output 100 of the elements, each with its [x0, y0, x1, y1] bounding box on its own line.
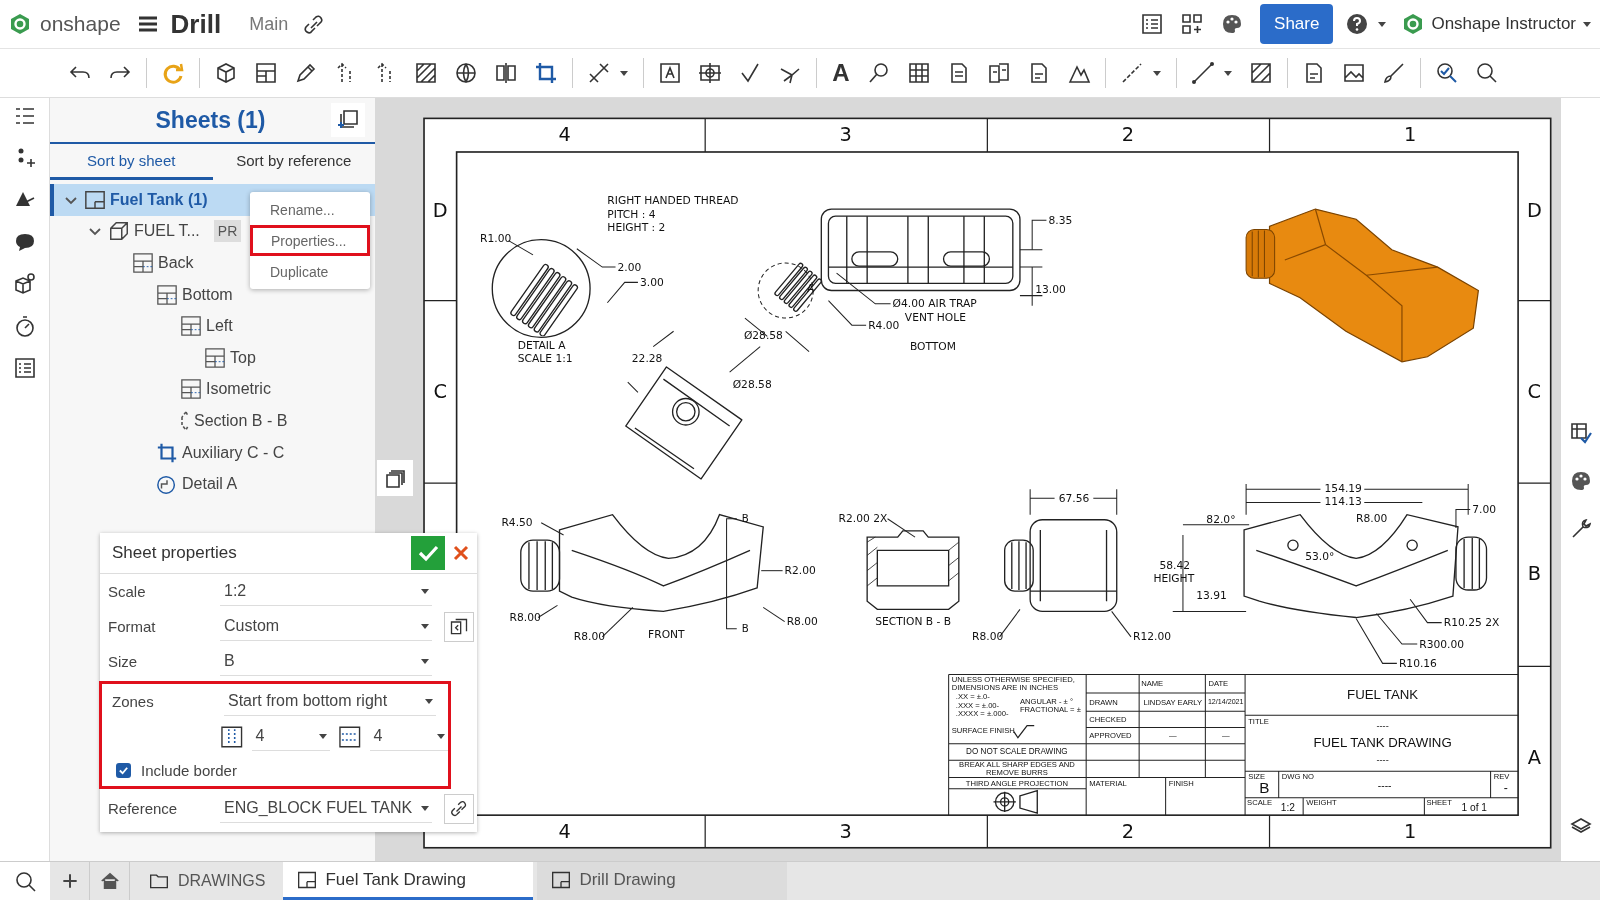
link-icon — [449, 798, 469, 819]
title-block-text: 1:2 — [1280, 801, 1295, 813]
document-tab[interactable]: Drill Drawing — [537, 862, 788, 900]
crop-icon[interactable] — [534, 61, 558, 85]
leader-line — [887, 518, 916, 538]
check-search-icon[interactable] — [1435, 61, 1459, 85]
leader-line — [606, 281, 639, 304]
checklist-icon[interactable] — [12, 356, 37, 380]
tree-item[interactable]: Top — [50, 341, 264, 374]
confirm-button[interactable] — [411, 536, 445, 570]
text-tool[interactable]: A — [823, 59, 859, 87]
brush-icon[interactable] — [1382, 61, 1406, 85]
view-label: FRONT — [648, 628, 685, 642]
view-icon — [180, 315, 202, 338]
tree-item[interactable]: Bottom — [50, 278, 241, 311]
caret-icon[interactable] — [619, 68, 629, 78]
boxed-letter-icon[interactable] — [658, 61, 682, 85]
title-block-text: B — [1259, 779, 1270, 797]
tree-item[interactable]: Isometric — [50, 373, 279, 406]
crosshair-icon[interactable] — [698, 61, 722, 85]
tree-item[interactable]: Left — [50, 310, 241, 342]
checkbox[interactable] — [116, 762, 131, 778]
dimension-text: Ø28.58 — [743, 328, 783, 342]
table-check-icon[interactable] — [1568, 421, 1593, 445]
help-icon[interactable] — [1345, 12, 1370, 36]
leader-line — [1376, 612, 1418, 645]
dimension-text: R10.16 — [1398, 656, 1437, 670]
drawing-note: RIGHT HANDED THREAD — [607, 194, 739, 208]
tree-item[interactable]: Auxiliary C - C — [50, 436, 293, 469]
zone-label: 3 — [839, 123, 852, 147]
chevron-down-icon[interactable] — [88, 225, 102, 238]
title-block-text: FUEL TANK — [1347, 687, 1419, 703]
menu-item[interactable]: Duplicate — [250, 256, 370, 287]
split-view-icon[interactable] — [494, 61, 518, 85]
field-label: Size — [108, 653, 139, 670]
dimension-text: R2.00 2X — [838, 512, 888, 526]
zone-label: A — [1527, 745, 1541, 769]
globe-icon[interactable] — [454, 61, 478, 85]
caret-icon[interactable] — [1582, 19, 1592, 29]
dimension-text: R8.00 — [573, 630, 605, 644]
view-icon — [180, 378, 202, 401]
link-button[interactable] — [444, 793, 474, 824]
tree-item[interactable]: Back — [50, 247, 202, 279]
sort-tab[interactable]: Sort by sheet — [50, 144, 213, 180]
view-label: SECTION B - B — [875, 615, 952, 629]
dimension-text: R4.00 — [868, 318, 900, 332]
row-zones-icon — [338, 724, 362, 749]
dimension-text: R8.00 — [1356, 512, 1388, 526]
share-button[interactable]: Share — [1260, 4, 1334, 44]
hatch-icon[interactable] — [1249, 61, 1273, 85]
menu-item[interactable]: Properties... — [250, 225, 370, 256]
dimension-text: 58.42 — [1159, 559, 1191, 573]
sort-tab[interactable]: Sort by reference — [212, 144, 375, 180]
tree-item[interactable]: FUEL T... PR — [50, 215, 250, 248]
field-label: Scale — [108, 583, 147, 600]
search-icon[interactable] — [1475, 61, 1499, 85]
cube-icon[interactable] — [214, 61, 238, 85]
tree-item[interactable]: Detail A — [50, 468, 246, 500]
leader-line — [836, 272, 892, 305]
tree-item[interactable]: Section B - B — [50, 405, 296, 437]
sheet-icon — [84, 188, 106, 211]
caret-icon — [420, 656, 430, 666]
layout-icon[interactable] — [254, 61, 278, 85]
documents-icon[interactable] — [987, 61, 1011, 85]
menu-item[interactable]: Rename... — [250, 194, 370, 225]
grid-icon[interactable] — [1180, 12, 1205, 36]
caret-icon[interactable] — [1377, 19, 1388, 29]
dashed-line-icon[interactable] — [1120, 61, 1144, 85]
document-tab[interactable]: Fuel Tank Drawing — [283, 862, 534, 900]
panel-title: Sheet properties — [111, 543, 238, 563]
dimension-text: 7.00 — [1472, 503, 1497, 517]
add-sheet-button[interactable] — [331, 103, 365, 137]
hatch-icon[interactable] — [414, 61, 438, 85]
check-icon[interactable] — [738, 61, 762, 85]
line-icon[interactable] — [1191, 61, 1215, 85]
copy-view-button[interactable] — [377, 460, 413, 496]
format-button[interactable] — [444, 611, 474, 642]
table-icon[interactable] — [907, 61, 931, 85]
checklist-icon[interactable] — [1140, 12, 1165, 36]
zone-label: 4 — [558, 819, 571, 843]
surface-finish-drawing — [1013, 724, 1035, 739]
search-icon[interactable] — [14, 870, 36, 892]
zone-label: 1 — [1403, 819, 1417, 843]
user-name[interactable]: Onshape Instructor — [1431, 14, 1576, 34]
image-icon[interactable] — [1342, 61, 1366, 85]
logo-text: onshape — [40, 12, 121, 36]
stacked-squares-icon — [449, 616, 469, 637]
drawing-note: Ø4.00 AIR TRAP — [892, 297, 977, 311]
zone-label: 2 — [1121, 819, 1135, 843]
field-label: Zones — [112, 693, 155, 710]
link-icon[interactable] — [302, 13, 325, 35]
dimension-icon[interactable] — [587, 61, 611, 85]
zone-label: 1 — [1403, 123, 1417, 147]
leader-line — [508, 240, 534, 256]
caret-icon[interactable] — [1152, 68, 1162, 78]
caret-icon[interactable] — [1223, 68, 1233, 78]
dimension-text: 154.19 — [1324, 481, 1362, 495]
pencil-icon[interactable] — [294, 61, 318, 85]
cube-gear-icon[interactable] — [12, 272, 37, 296]
title-block-text: 12/14/2021 — [1207, 698, 1244, 707]
